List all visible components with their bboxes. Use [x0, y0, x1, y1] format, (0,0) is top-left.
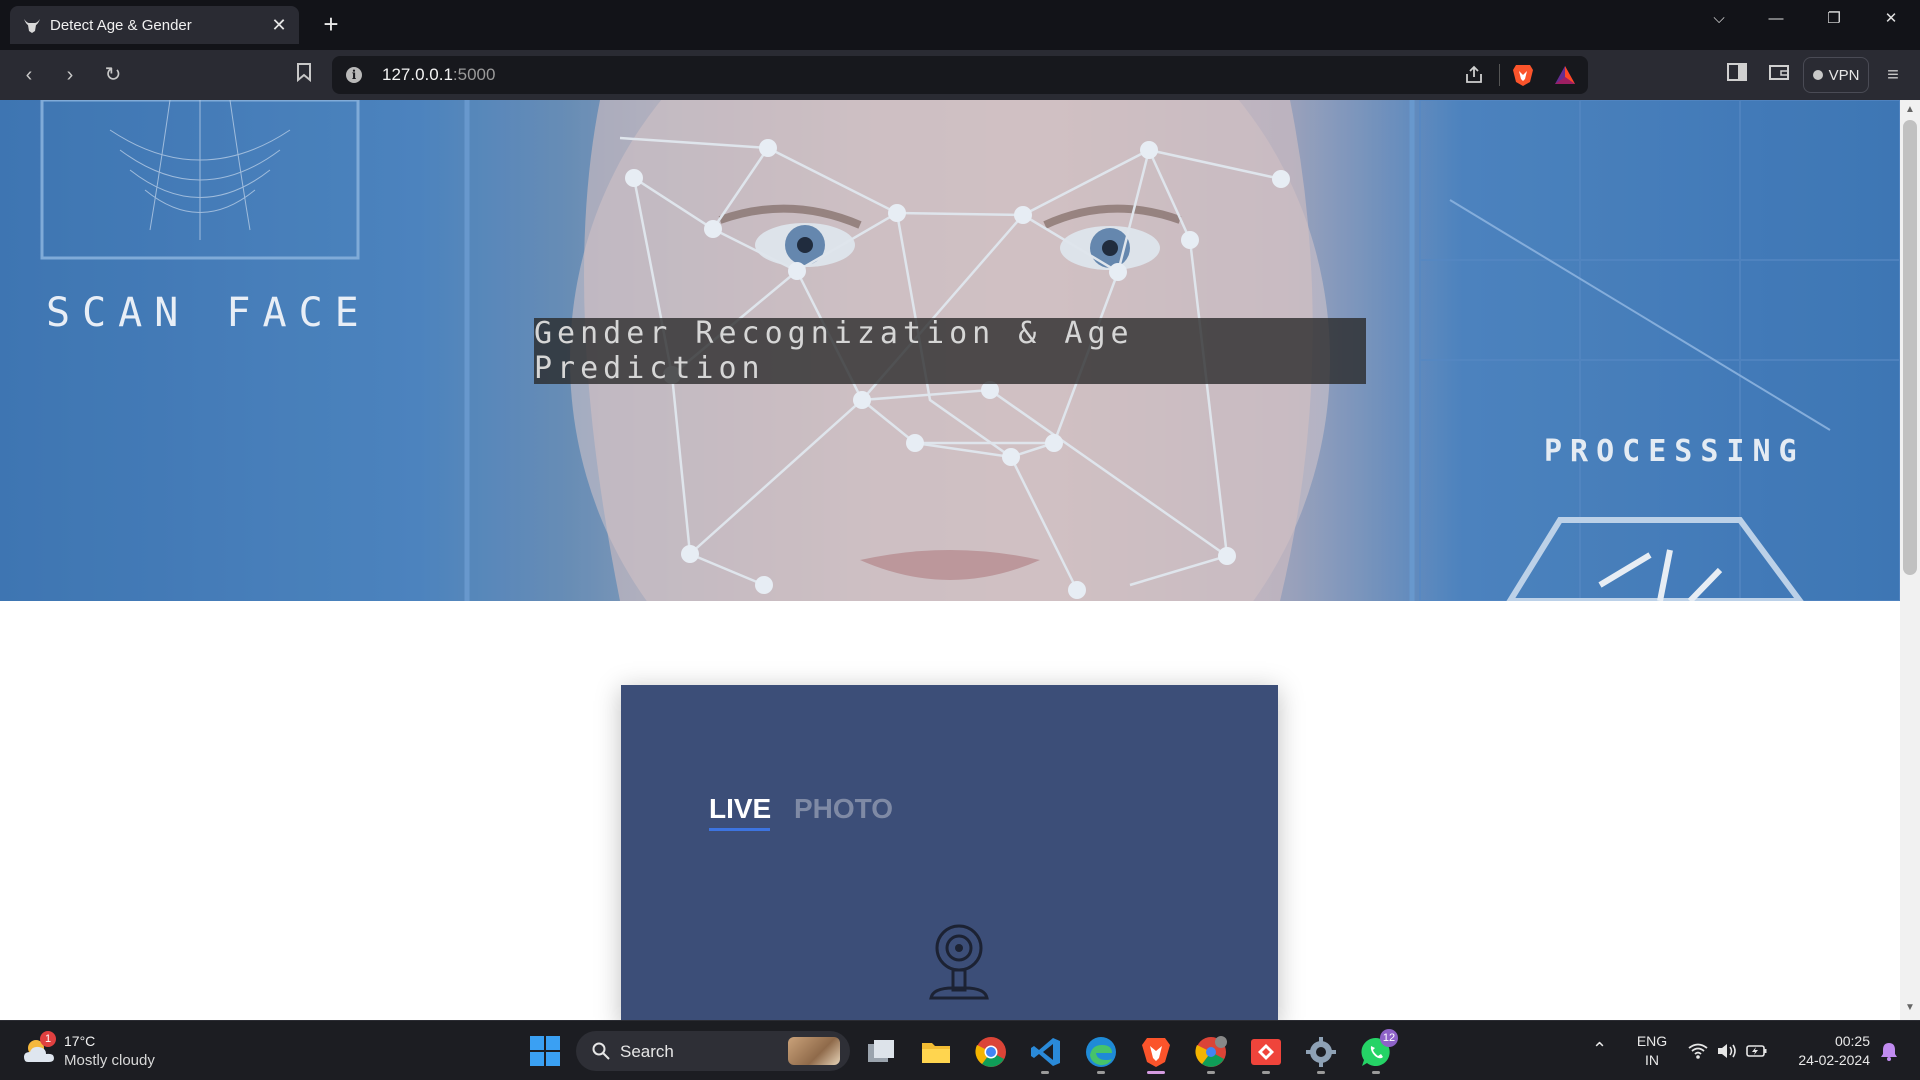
bookmark-icon[interactable]	[291, 62, 317, 88]
file-explorer-icon[interactable]	[919, 1035, 953, 1069]
active-tab-indicator	[709, 828, 770, 831]
running-indicator	[1041, 1071, 1049, 1074]
scan-face-label: SCAN FACE	[46, 290, 371, 336]
region-indicator[interactable]: IN	[1636, 1052, 1668, 1068]
vscode-icon[interactable]	[1029, 1035, 1063, 1069]
share-icon[interactable]	[1464, 65, 1484, 85]
vpn-status-icon	[1812, 70, 1823, 80]
page-viewport: SCAN FACE PROCESSING Gender Recognizatio…	[0, 100, 1900, 1020]
hero-banner: SCAN FACE PROCESSING Gender Recognizatio…	[0, 100, 1900, 601]
webcam-icon[interactable]	[925, 922, 993, 1002]
windows-start-icon[interactable]	[528, 1034, 562, 1068]
hero-title-box: Gender Recognization & Age Prediction	[534, 316, 1366, 386]
weather-condition: Mostly cloudy	[64, 1052, 155, 1069]
chrome-icon[interactable]	[974, 1035, 1008, 1069]
tab-photo[interactable]: PHOTO	[794, 793, 893, 825]
language-indicator[interactable]: ENG	[1636, 1033, 1668, 1049]
battery-charging-icon[interactable]	[1746, 1043, 1768, 1059]
back-arrow-icon[interactable]: ‹	[16, 62, 42, 88]
tab-title: Detect Age & Gender	[50, 16, 192, 34]
browser-tab[interactable]: Detect Age & Gender ✕	[10, 6, 299, 44]
processing-label: PROCESSING	[1544, 434, 1805, 469]
windows-taskbar: 1 17°C Mostly cloudy Search 12 ⌃ ENG IN …	[0, 1020, 1920, 1080]
running-indicator	[1097, 1071, 1105, 1074]
task-view-icon[interactable]	[864, 1035, 898, 1069]
tab-search-chevron-icon[interactable]: ⌵	[1696, 4, 1742, 34]
weather-widget[interactable]: 1 17°C Mostly cloudy	[22, 1031, 192, 1071]
search-highlight-image	[788, 1037, 840, 1065]
search-icon	[592, 1042, 610, 1060]
close-window-button[interactable]: ✕	[1868, 4, 1914, 34]
minimize-button[interactable]: —	[1753, 4, 1799, 34]
running-indicator	[1207, 1071, 1215, 1074]
scrollbar-thumb[interactable]	[1903, 120, 1917, 575]
bull-favicon-icon	[24, 19, 40, 33]
clock-date[interactable]: 24-02-2024	[1778, 1052, 1870, 1068]
weather-temperature: 17°C	[64, 1033, 96, 1049]
chrome-profile-icon[interactable]	[1194, 1035, 1228, 1069]
wifi-icon[interactable]	[1688, 1043, 1708, 1059]
brave-rewards-icon[interactable]	[1554, 65, 1576, 85]
scroll-up-icon[interactable]: ▲	[1904, 104, 1916, 116]
vpn-button[interactable]: VPN	[1803, 57, 1869, 93]
address-bar[interactable]: i 127.0.0.1:5000	[332, 56, 1588, 94]
weather-alert-badge: 1	[40, 1031, 56, 1047]
active-app-indicator	[1147, 1071, 1165, 1074]
anydesk-icon[interactable]	[1249, 1035, 1283, 1069]
page-title: Gender Recognization & Age Prediction	[534, 316, 1134, 386]
whatsapp-unread-badge: 12	[1380, 1029, 1398, 1047]
url-text[interactable]: 127.0.0.1:5000	[382, 65, 495, 85]
settings-gear-icon[interactable]	[1304, 1035, 1338, 1069]
running-indicator	[1317, 1071, 1325, 1074]
sidebar-toggle-icon[interactable]	[1724, 62, 1750, 88]
running-indicator	[1372, 1071, 1380, 1074]
running-indicator	[1262, 1071, 1270, 1074]
clock-time[interactable]: 00:25	[1786, 1033, 1870, 1049]
new-tab-button[interactable]: +	[318, 11, 344, 37]
volume-icon[interactable]	[1716, 1042, 1738, 1060]
search-label: Search	[620, 1042, 674, 1061]
scroll-down-icon[interactable]: ▼	[1904, 1002, 1916, 1014]
notification-bell-icon[interactable]	[1880, 1041, 1898, 1061]
site-info-icon[interactable]: i	[346, 67, 362, 83]
browser-tab-strip: Detect Age & Gender ✕ + ⌵ — ❐ ✕	[0, 0, 1920, 50]
brave-browser-icon[interactable]	[1139, 1035, 1173, 1069]
close-tab-icon[interactable]: ✕	[269, 15, 289, 35]
taskbar-search[interactable]: Search	[576, 1031, 850, 1071]
restore-button[interactable]: ❐	[1811, 4, 1857, 34]
detection-card: LIVE PHOTO	[621, 685, 1278, 1020]
forward-arrow-icon[interactable]: ›	[57, 62, 83, 88]
menu-icon[interactable]: ≡	[1880, 62, 1906, 88]
divider	[1499, 64, 1500, 86]
edge-icon[interactable]	[1084, 1035, 1118, 1069]
tab-live[interactable]: LIVE	[709, 793, 771, 825]
tray-overflow-chevron-icon[interactable]: ⌃	[1592, 1039, 1607, 1060]
reload-icon[interactable]: ↻	[100, 62, 126, 88]
wallet-icon[interactable]	[1766, 62, 1792, 88]
brave-shields-icon[interactable]	[1512, 63, 1534, 87]
